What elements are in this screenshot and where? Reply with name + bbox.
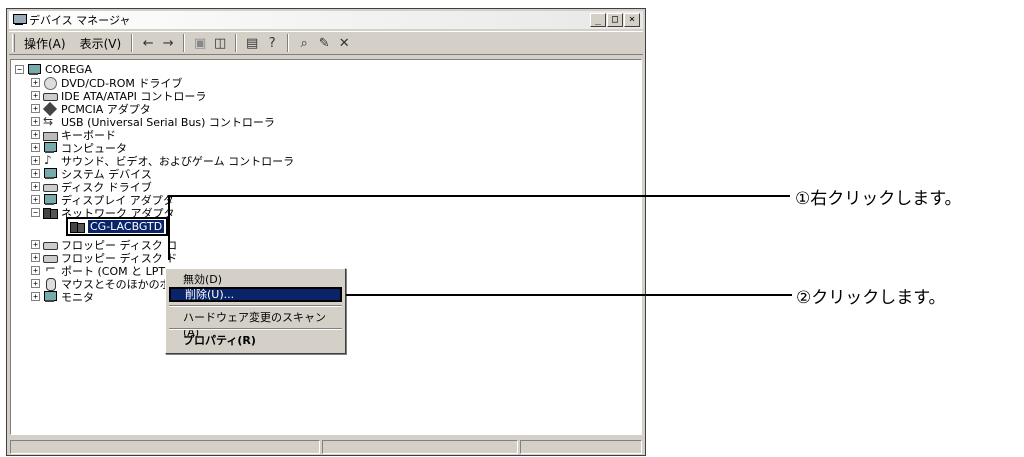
- system-device-icon: [43, 167, 57, 180]
- uninstall-icon[interactable]: ✎: [314, 34, 334, 52]
- context-menu: 無効(D) 削除(U)... ハードウェア変更のスキャン(A) プロパティ(R): [165, 268, 346, 354]
- display-adapter-icon: [43, 193, 57, 206]
- mouse-icon: [43, 277, 57, 291]
- expand-icon[interactable]: +: [31, 195, 40, 204]
- menu-separator: [169, 305, 342, 307]
- menu-item-scan[interactable]: ハードウェア変更のスキャン(A): [169, 310, 342, 339]
- expand-icon[interactable]: +: [31, 117, 40, 126]
- port-icon: [43, 262, 57, 277]
- menu-action[interactable]: 操作(A): [19, 35, 71, 52]
- status-cell: [10, 440, 320, 454]
- toolbar-separator: [287, 34, 290, 52]
- collapse-icon[interactable]: −: [15, 65, 24, 74]
- floppy-controller-icon: [43, 239, 58, 251]
- status-cell: [520, 440, 642, 454]
- tree-item-label: CG-LACBGTD: [88, 220, 165, 233]
- expand-icon[interactable]: +: [31, 292, 40, 301]
- expand-icon[interactable]: +: [31, 156, 40, 165]
- menu-view[interactable]: 表示(V): [75, 35, 127, 52]
- maximize-button[interactable]: □: [607, 13, 623, 27]
- expand-icon[interactable]: +: [31, 253, 40, 262]
- menu-item-uninstall[interactable]: 削除(U)...: [169, 287, 342, 302]
- callout-click: ②クリックします。: [796, 288, 946, 308]
- toolbar-separator: [131, 34, 134, 52]
- keyboard-icon: [43, 129, 58, 141]
- callout-right-click: ①右クリックします。: [795, 189, 962, 209]
- view-icon[interactable]: ◫: [210, 34, 230, 52]
- close-button[interactable]: ×: [624, 13, 640, 27]
- usb-icon: [43, 114, 57, 128]
- title-bar[interactable]: デバイス マネージャ _ □ ×: [9, 11, 643, 29]
- dvd-drive-icon: [43, 76, 57, 90]
- menu-item-disable[interactable]: 無効(D): [169, 272, 342, 287]
- network-adapter-icon: [43, 207, 58, 219]
- back-icon[interactable]: ←: [138, 34, 158, 52]
- status-cell: [322, 440, 518, 454]
- ide-controller-icon: [43, 90, 58, 102]
- toolbar-grip[interactable]: [12, 34, 15, 52]
- menu-item-properties[interactable]: プロパティ(R): [169, 333, 342, 348]
- sound-icon: [43, 153, 57, 167]
- expand-icon[interactable]: +: [31, 182, 40, 191]
- tree-item-mouse[interactable]: + マウスとそのほかのポ: [31, 277, 171, 291]
- expand-icon[interactable]: +: [31, 130, 40, 139]
- status-bar: [10, 440, 642, 454]
- window-title: デバイス マネージャ: [29, 14, 131, 27]
- monitor-icon: [43, 290, 57, 303]
- expand-icon[interactable]: +: [31, 169, 40, 178]
- properties-pane-icon[interactable]: ▣: [190, 34, 210, 52]
- toolbar: 操作(A) 表示(V) ← → ▣ ◫ ▤ ? ⌕ ✎ ✕: [9, 31, 643, 55]
- expand-icon[interactable]: +: [31, 104, 40, 113]
- device-manager-icon: [12, 14, 27, 26]
- expand-icon[interactable]: +: [31, 240, 40, 249]
- scan-icon[interactable]: ⌕: [294, 34, 314, 52]
- expand-icon[interactable]: +: [31, 143, 40, 152]
- network-adapter-icon: [70, 221, 85, 233]
- computer-icon: [27, 63, 41, 76]
- expand-icon[interactable]: +: [31, 266, 40, 275]
- disk-drive-icon: [43, 181, 58, 193]
- callout-line-2: [346, 294, 792, 296]
- expand-icon[interactable]: +: [31, 78, 40, 87]
- device-manager-window: デバイス マネージャ _ □ × 操作(A) 表示(V) ← → ▣ ◫ ▤ ?…: [6, 8, 646, 456]
- callout-connector: [168, 195, 170, 260]
- toolbar-separator: [235, 34, 238, 52]
- device-tree-pane[interactable]: − COREGA + DVD/CD-ROM ドライブ + IDE ATA/ATA…: [10, 59, 642, 435]
- help-icon[interactable]: ?: [262, 34, 282, 52]
- disable-icon[interactable]: ✕: [334, 34, 354, 52]
- expand-icon[interactable]: +: [31, 91, 40, 100]
- tree-item-monitor[interactable]: + モニタ: [31, 290, 94, 304]
- callout-line-1: [168, 195, 790, 197]
- properties-icon[interactable]: ▤: [242, 34, 262, 52]
- forward-icon[interactable]: →: [158, 34, 178, 52]
- expand-icon[interactable]: +: [31, 279, 40, 288]
- tree-item-label: モニタ: [61, 290, 94, 304]
- minimize-button[interactable]: _: [590, 13, 606, 27]
- collapse-icon[interactable]: −: [31, 208, 40, 217]
- toolbar-separator: [183, 34, 186, 52]
- tree-item-cg-lacbgtd[interactable]: CG-LACBGTD: [66, 217, 169, 236]
- menu-separator: [169, 328, 342, 330]
